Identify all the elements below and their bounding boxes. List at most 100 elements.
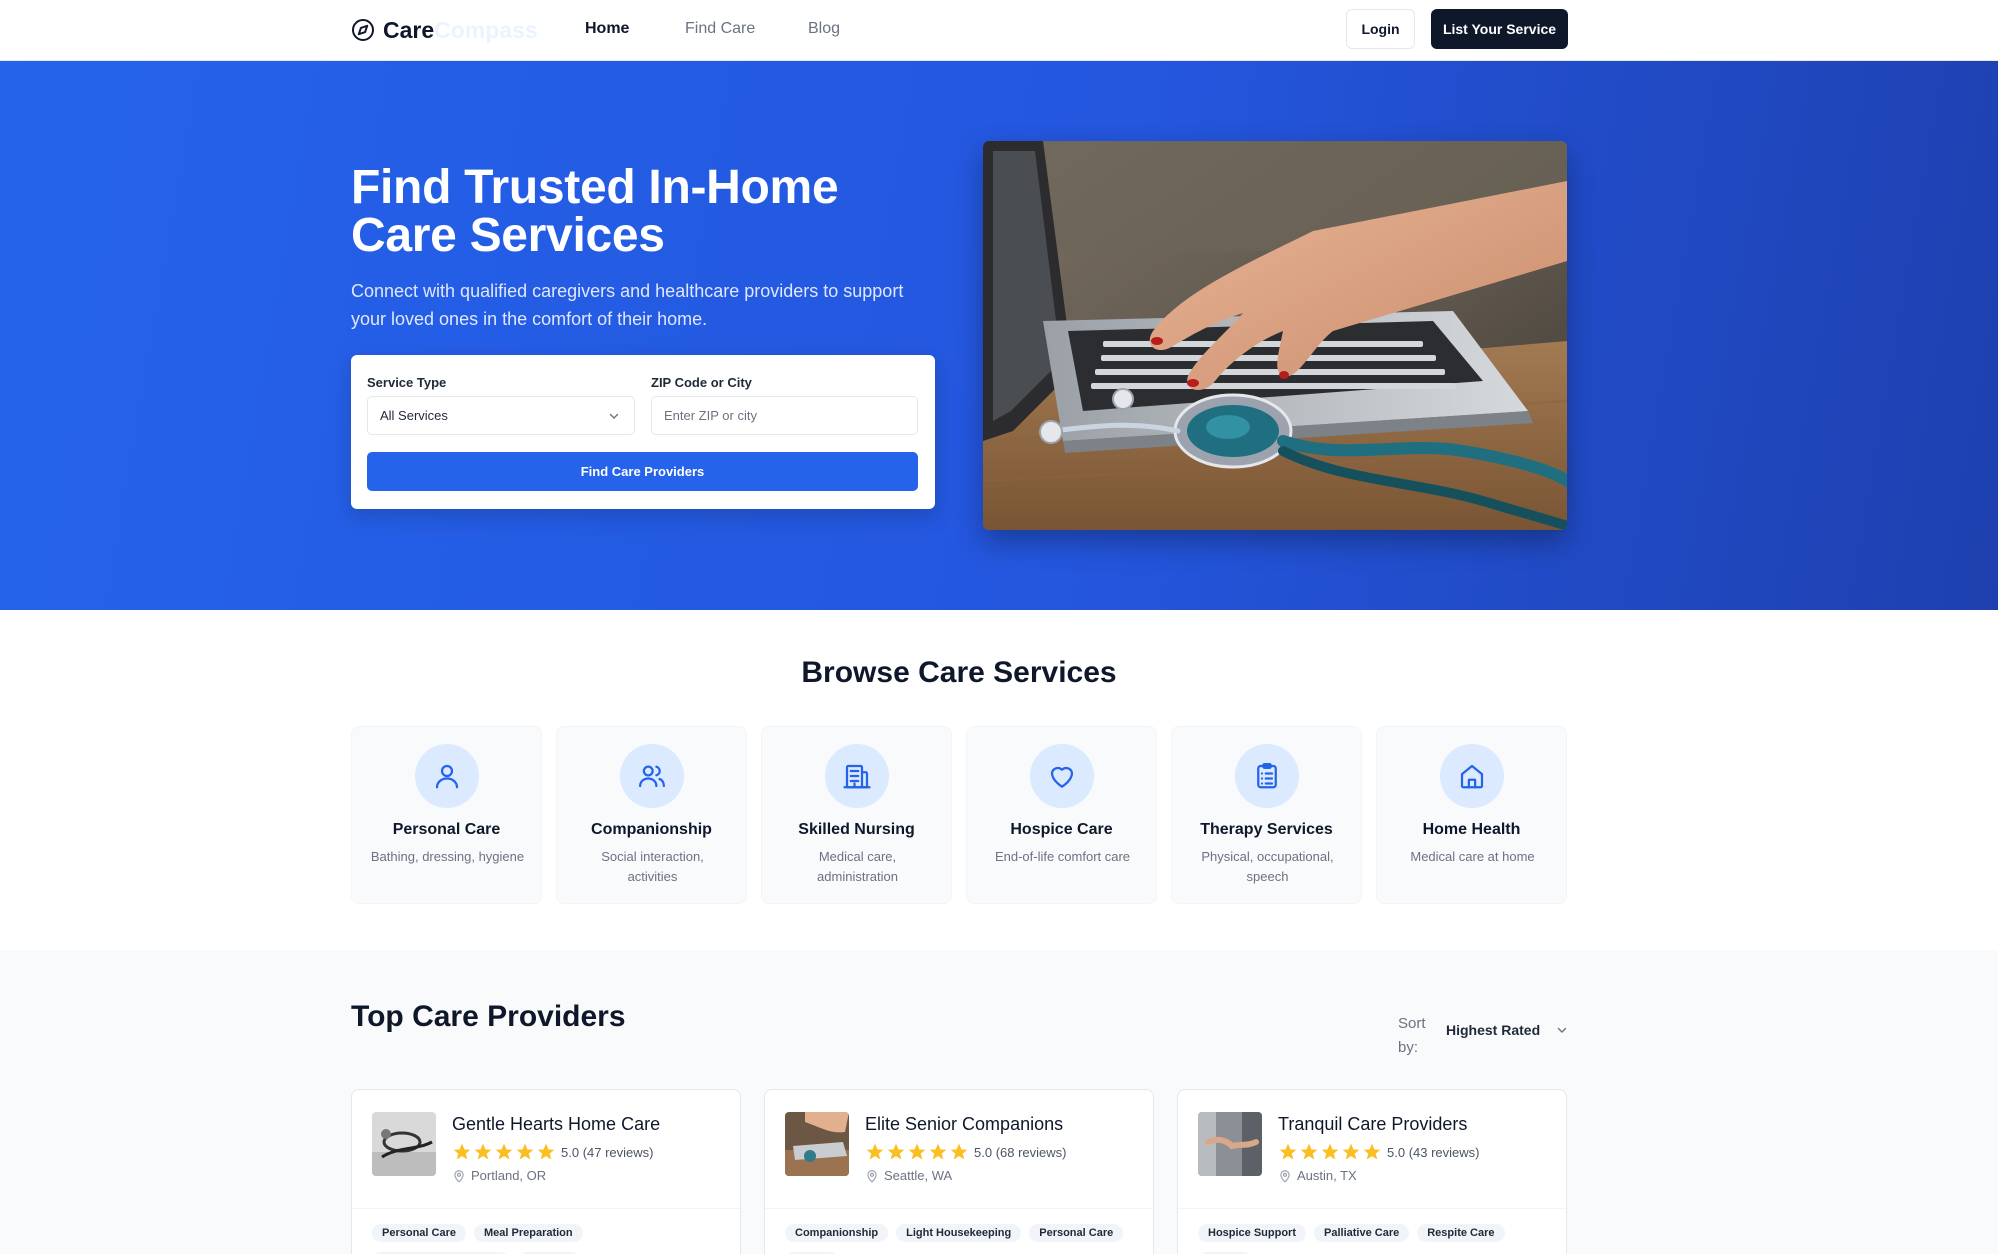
- providers-heading: Top Care Providers: [351, 1000, 626, 1033]
- zip-label: ZIP Code or City: [651, 375, 752, 390]
- service-description: Physical, occupational, speech: [1201, 849, 1334, 884]
- star-icon: [908, 1143, 926, 1160]
- star-icon: [1342, 1143, 1360, 1160]
- hero-image: [983, 141, 1567, 530]
- star-icon: [474, 1143, 492, 1160]
- sort-value: Highest Rated: [1446, 1022, 1541, 1038]
- map-pin-icon: [1280, 1169, 1290, 1183]
- service-description: End-of-life comfort care: [994, 849, 1131, 864]
- provider-name[interactable]: Gentle Hearts Home Care: [452, 1114, 660, 1135]
- service-tag: Companionship: [785, 1224, 889, 1242]
- divider: [352, 1208, 740, 1209]
- search-form: Service Type All Services ZIP Code or Ci…: [351, 355, 935, 509]
- provider-card[interactable]: Tranquil Care Providers 5.0 (43 reviews)…: [1177, 1089, 1567, 1254]
- service-description: Medical care at home: [1410, 849, 1535, 864]
- rating-value: 5.0: [561, 1144, 580, 1160]
- service-type-value: All Services: [380, 408, 448, 423]
- sort-select[interactable]: Highest Rated: [1446, 1022, 1568, 1038]
- service-tag: Palliative Care: [1314, 1224, 1410, 1242]
- divider: [1178, 1208, 1566, 1209]
- provider-rating: 5.0 (68 reviews): [865, 1142, 1067, 1162]
- service-card-hospice-care[interactable]: Hospice Care End-of-life comfort care: [966, 726, 1157, 904]
- review-count: (43 reviews): [1408, 1144, 1480, 1160]
- heart-icon: [1050, 766, 1074, 788]
- service-card-home-health[interactable]: Home Health Medical care at home: [1376, 726, 1567, 904]
- service-title: Skilled Nursing: [798, 821, 915, 838]
- service-tags: Personal Care Meal Preparation: [372, 1224, 591, 1242]
- service-title: Personal Care: [392, 821, 501, 838]
- service-tag: Respite Care: [1417, 1224, 1505, 1242]
- star-icon: [516, 1143, 534, 1160]
- hero-section: Find Trusted In-Home Care Services Conne…: [0, 61, 1998, 610]
- star-icon: [495, 1143, 513, 1160]
- service-description: Bathing, dressing, hygiene: [370, 849, 525, 864]
- star-icon: [887, 1143, 905, 1160]
- divider: [765, 1208, 1153, 1209]
- review-count: (47 reviews): [582, 1144, 654, 1160]
- service-card-companionship[interactable]: Companionship Social interaction, activi…: [556, 726, 747, 904]
- location-text: Portland, OR: [471, 1168, 547, 1183]
- service-card-skilled-nursing[interactable]: Skilled Nursing Medical care, administra…: [761, 726, 952, 904]
- provider-location: Austin, TX: [1278, 1168, 1357, 1183]
- star-icon: [1300, 1143, 1318, 1160]
- rating-value: 5.0: [1387, 1144, 1406, 1160]
- star-icon: [866, 1143, 884, 1160]
- service-tags: Companionship Light Housekeeping Persona…: [785, 1224, 1131, 1242]
- map-pin-icon: [454, 1169, 464, 1183]
- service-description: Medical care, administration: [817, 849, 898, 884]
- browse-services-heading: Browse Care Services: [801, 656, 1117, 689]
- nav-blog-link[interactable]: Blog: [808, 20, 840, 38]
- provider-name[interactable]: Elite Senior Companions: [865, 1114, 1063, 1135]
- service-description: Social interaction, activities: [601, 849, 704, 884]
- list-your-service-button[interactable]: List Your Service: [1431, 9, 1568, 49]
- laptop-stethoscope-illustration: [983, 141, 1567, 530]
- nav-find-care-link[interactable]: Find Care: [685, 20, 755, 38]
- nav-home-link[interactable]: Home: [585, 20, 629, 38]
- location-text: Austin, TX: [1297, 1168, 1357, 1183]
- find-care-providers-button[interactable]: Find Care Providers: [367, 452, 918, 491]
- rating-value: 5.0: [974, 1144, 993, 1160]
- zip-input[interactable]: [651, 396, 918, 435]
- service-tags: Hospice Support Palliative Care Respite …: [1198, 1224, 1513, 1242]
- star-icon: [1279, 1143, 1297, 1160]
- brand-logo[interactable]: Care Compass: [351, 16, 538, 44]
- provider-rating: 5.0 (47 reviews): [452, 1142, 654, 1162]
- chevron-down-icon: [1557, 1027, 1567, 1033]
- clipboard-icon: [1257, 763, 1277, 789]
- review-count: (68 reviews): [995, 1144, 1067, 1160]
- sort-label: Sort by:: [1398, 1015, 1426, 1056]
- login-button[interactable]: Login: [1346, 9, 1415, 49]
- hero-subtitle: Connect with qualified caregivers and he…: [351, 281, 904, 329]
- service-type-label: Service Type: [367, 375, 447, 390]
- star-icon: [1363, 1143, 1381, 1160]
- service-tag: Personal Care: [372, 1224, 466, 1242]
- brand-name-primary: Care: [383, 16, 435, 43]
- service-card-therapy-services[interactable]: Therapy Services Physical, occupational,…: [1171, 726, 1362, 904]
- provider-photo: [1198, 1112, 1262, 1176]
- star-icon: [1321, 1143, 1339, 1160]
- users-icon: [639, 765, 665, 788]
- hospital-icon: [843, 764, 871, 789]
- brand-name-secondary: Compass: [434, 16, 538, 43]
- provider-location: Portland, OR: [452, 1168, 546, 1183]
- service-card-personal-care[interactable]: Personal Care Bathing, dressing, hygiene: [351, 726, 542, 904]
- top-nav-bar: Care Compass Home Find Care Blog Login Li…: [0, 0, 1998, 61]
- provider-name[interactable]: Tranquil Care Providers: [1278, 1114, 1467, 1135]
- provider-rating: 5.0 (43 reviews): [1278, 1142, 1480, 1162]
- star-icon: [950, 1143, 968, 1160]
- home-icon: [1460, 764, 1484, 789]
- service-tag: Personal Care: [1029, 1224, 1124, 1242]
- service-title: Therapy Services: [1200, 821, 1333, 838]
- map-pin-icon: [867, 1169, 877, 1183]
- service-type-select[interactable]: All Services: [367, 396, 635, 435]
- provider-photo: [785, 1112, 849, 1176]
- service-title: Hospice Care: [1010, 821, 1113, 838]
- provider-card[interactable]: Gentle Hearts Home Care 5.0 (47 reviews)…: [351, 1089, 741, 1254]
- star-icon: [929, 1143, 947, 1160]
- hero-title: Find Trusted In-Home Care Services: [351, 161, 839, 262]
- compass-icon: [352, 19, 374, 41]
- chevron-down-icon: [609, 413, 619, 419]
- provider-card[interactable]: Elite Senior Companions 5.0 (68 reviews)…: [764, 1089, 1154, 1254]
- star-icon: [537, 1143, 555, 1160]
- service-tag: Hospice Support: [1198, 1224, 1307, 1242]
